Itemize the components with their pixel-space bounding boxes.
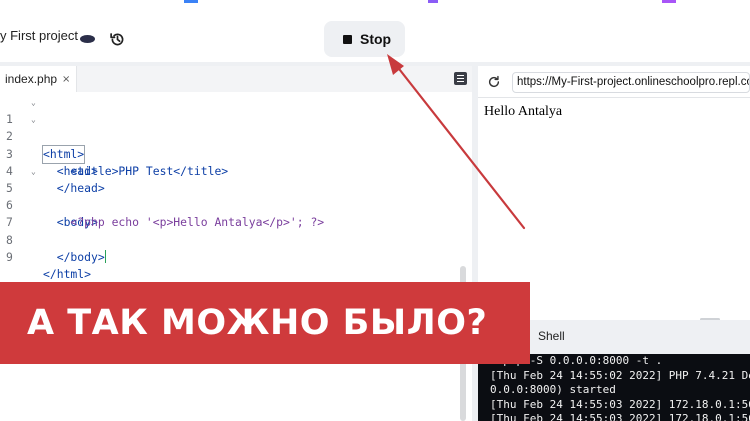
banner-text: А ТАК МОЖНО БЫЛО?	[27, 303, 488, 343]
code-text-segment: </body>	[43, 249, 105, 264]
console-line: [Thu Feb 24 14:55:02 2022] PHP 7.4.21 De	[490, 368, 750, 382]
tab-shell[interactable]: Shell	[538, 329, 565, 343]
url-input[interactable]: https://My-First-project.onlineschoolpro…	[512, 72, 750, 93]
fold-chevron-icon[interactable]: ⌄	[31, 111, 36, 128]
code-line: 6 <?php echo '<p>Hello Antalya</p>'; ?>	[0, 180, 460, 229]
code-area[interactable]: 1 ⌄ <html> 2 ⌄ <head> 3 <title>PHP Test<…	[0, 94, 460, 281]
workspace-header: y First project Stop	[0, 4, 750, 62]
webview-page-text: Hello Antalya	[484, 104, 563, 119]
fold-chevron-icon[interactable]: ⌄	[31, 94, 36, 111]
fold-chevron-icon[interactable]: ⌄	[31, 163, 36, 180]
text-caret	[104, 249, 106, 263]
stop-button-label: Stop	[360, 31, 392, 47]
console-line: 0.0.0:8000) started	[490, 383, 616, 397]
code-line: 5 ⌄ <body>	[0, 163, 460, 230]
shell-console[interactable]: > php -S 0.0.0.0:8000 -t . [Thu Feb 24 1…	[478, 354, 750, 421]
code-line: 3 <title>PHP Test</title>	[0, 128, 460, 178]
close-icon[interactable]: ×	[62, 74, 70, 85]
code-line: 8 </body>	[0, 214, 460, 264]
console-line: [Thu Feb 24 14:55:03 2022] 172.18.0.1:56	[490, 412, 750, 421]
code-line: 9 </html>	[0, 232, 460, 281]
overlay-banner: А ТАК МОЖНО БЫЛО?	[0, 282, 530, 364]
code-text: </html>	[43, 266, 92, 281]
file-tab-index-php[interactable]: index.php ×	[0, 66, 77, 92]
code-line: 1 ⌄ <html>	[0, 94, 460, 164]
stop-button[interactable]: Stop	[324, 21, 405, 57]
webview-urlbar: https://My-First-project.onlineschoolpro…	[478, 66, 750, 98]
code-editor-pane: index.php × 1 ⌄ <html> 2 ⌄ <head> 3 <tit…	[0, 66, 472, 421]
refresh-icon[interactable]	[487, 75, 501, 89]
code-line: 7	[0, 197, 460, 229]
code-line: 2 ⌄ <head>	[0, 111, 460, 178]
console-line: [Thu Feb 24 14:55:03 2022] 172.18.0.1:56	[490, 397, 750, 411]
editor-tabbar: index.php ×	[0, 66, 472, 92]
history-icon[interactable]	[109, 31, 126, 48]
blob-icon[interactable]	[80, 35, 95, 43]
code-text: </body>	[43, 249, 106, 266]
stop-square-icon	[343, 34, 352, 44]
code-line: 4 </head>	[0, 146, 460, 195]
project-name[interactable]: y First project	[0, 28, 78, 43]
file-tab-label: index.php	[5, 72, 58, 86]
line-number: 9	[6, 249, 13, 264]
outline-icon[interactable]	[454, 72, 467, 85]
